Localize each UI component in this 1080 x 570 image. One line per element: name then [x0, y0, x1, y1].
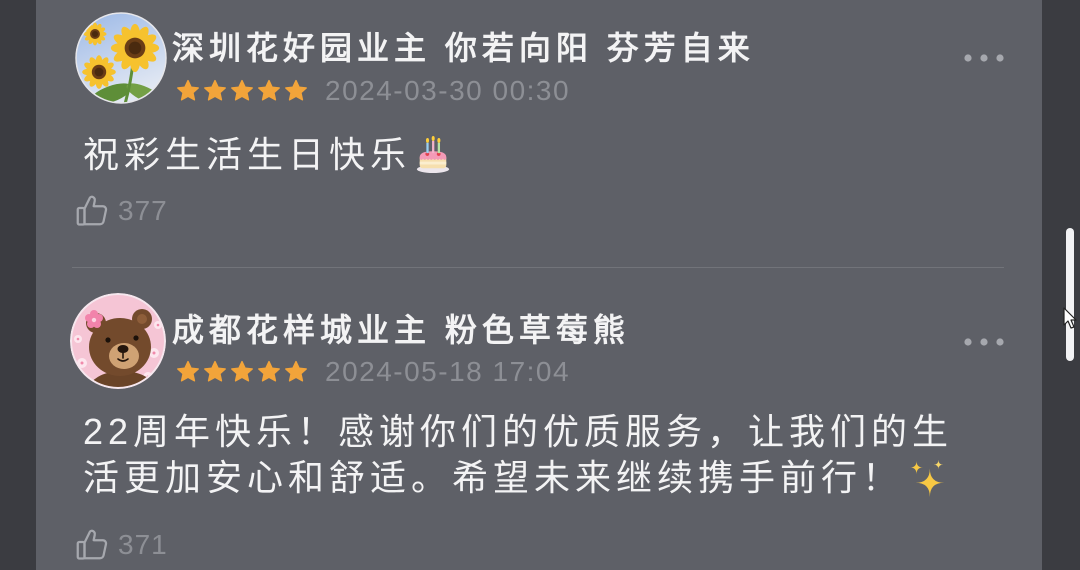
star-icon: [229, 359, 255, 385]
username[interactable]: 成都花样城业主 粉色草莓熊: [172, 309, 630, 351]
star-icon: [283, 78, 309, 104]
star-rating: [175, 359, 309, 385]
star-icon: [283, 359, 309, 385]
comment-text-line: 活更加安心和舒适。希望未来继续携手前行！: [83, 455, 953, 501]
app-screen: 深圳花好园业主 你若向阳 芬芳自来 2024-03-30 00:30 祝彩生活生…: [0, 0, 1080, 570]
star-icon: [202, 359, 228, 385]
star-icon: [256, 78, 282, 104]
comment-timestamp: 2024-03-30 00:30: [325, 75, 571, 106]
username[interactable]: 深圳花好园业主 你若向阳 芬芳自来: [172, 27, 755, 69]
sparkles-emoji-icon: [907, 458, 947, 498]
comment-text-line: 22周年快乐！感谢你们的优质服务，让我们的生: [83, 409, 953, 455]
comment-text: 22周年快乐！感谢你们的优质服务，让我们的生 活更加安心和舒适。希望未来继续携手…: [83, 409, 953, 501]
like-button[interactable]: 377: [74, 192, 168, 230]
scrollbar-thumb[interactable]: [1066, 228, 1074, 361]
star-icon: [229, 78, 255, 104]
star-icon: [175, 78, 201, 104]
star-icon: [175, 359, 201, 385]
more-options-icon[interactable]: [962, 330, 1006, 354]
star-icon: [202, 78, 228, 104]
more-options-icon[interactable]: [962, 46, 1006, 70]
thumbs-up-icon: [74, 527, 110, 563]
like-button[interactable]: 371: [74, 526, 168, 564]
brown-bear-avatar[interactable]: [70, 293, 166, 389]
comment-text-line: 祝彩生活生日快乐: [83, 132, 451, 178]
comment-timestamp: 2024-05-18 17:04: [325, 356, 571, 387]
birthday-cake-emoji-icon: [415, 136, 451, 174]
comment-divider: [72, 267, 1004, 268]
thumbs-up-icon: [74, 193, 110, 229]
comment-text-segment: 22周年快乐！感谢你们的优质服务，让我们的生: [83, 411, 954, 452]
star-icon: [256, 359, 282, 385]
comment-text: 祝彩生活生日快乐: [83, 132, 451, 178]
mouse-pointer-icon: [1063, 307, 1078, 330]
like-count: 371: [118, 529, 168, 560]
sunflower-avatar[interactable]: [75, 12, 167, 104]
comment-text-segment: 祝彩生活生日快乐: [83, 134, 412, 175]
like-count: 377: [118, 195, 168, 226]
star-rating: [175, 78, 309, 104]
comment-text-segment: 活更加安心和舒适。希望未来继续携手前行！: [83, 457, 904, 498]
